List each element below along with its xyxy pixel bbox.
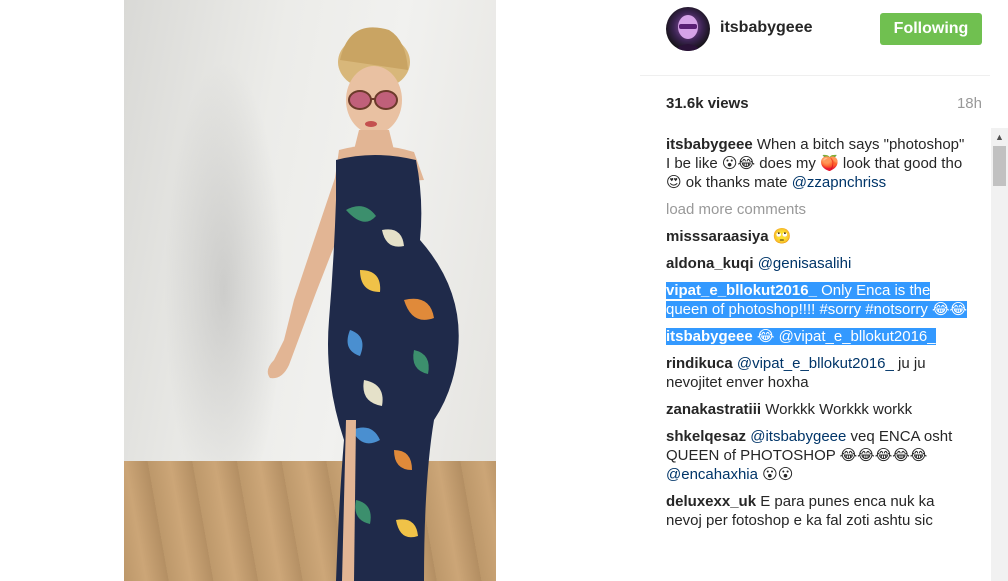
scrollbar-thumb[interactable] — [993, 146, 1006, 186]
scroll-up-arrow-icon[interactable]: ▲ — [991, 128, 1008, 145]
caption: itsbabygeee When a bitch says "photoshop… — [666, 135, 971, 192]
profile-avatar[interactable] — [666, 7, 710, 51]
comment-item: zanakastratiii Workkk Workkk workk — [666, 400, 971, 419]
avatar-face-icon — [674, 15, 702, 51]
post-username[interactable]: itsbabygeee — [720, 19, 812, 37]
caption-username[interactable]: itsbabygeee — [666, 136, 753, 153]
comment-item: shkelqesaz @itsbabygeee veq ENCA osht QU… — [666, 427, 971, 484]
load-more-comments-link[interactable]: load more comments — [666, 200, 971, 219]
comment-text: Workkk Workkk workk — [765, 401, 913, 418]
comment-item-selected: itsbabygeee 😂 @vipat_e_bllokut2016_ — [666, 327, 971, 346]
woman-in-floral-dress-image — [267, 27, 459, 581]
comment-mention[interactable]: @genisasalihi — [758, 255, 852, 272]
comment-mention[interactable]: @vipat_e_bllokut2016_ — [779, 328, 936, 345]
comment-text-tail: 😮😮 — [762, 466, 794, 483]
comment-username[interactable]: misssaraasiya — [666, 228, 769, 245]
comment-username[interactable]: itsbabygeee — [666, 328, 753, 345]
comment-username[interactable]: shkelqesaz — [666, 428, 746, 445]
post-details-panel: itsbabygeee Following 31.6k views 18h it… — [640, 0, 990, 581]
caption-mention[interactable]: @zzapnchriss — [792, 174, 886, 191]
comment-username[interactable]: vipat_e_bllokut2016_ — [666, 282, 817, 299]
post-video[interactable] — [124, 0, 496, 581]
following-button[interactable]: Following — [880, 13, 982, 45]
vertical-scrollbar[interactable]: ▲ — [991, 128, 1008, 581]
comment-item: aldona_kuqi @genisasalihi — [666, 254, 971, 273]
comment-item-selected: vipat_e_bllokut2016_ Only Enca is the qu… — [666, 281, 971, 319]
comment-mention[interactable]: @encahaxhia — [666, 466, 758, 483]
post-stats: 31.6k views 18h — [640, 76, 990, 130]
comment-username[interactable]: zanakastratiii — [666, 401, 761, 418]
comment-username[interactable]: rindikuca — [666, 355, 733, 372]
view-count: 31.6k views — [666, 95, 749, 112]
post-header: itsbabygeee Following — [640, 0, 990, 76]
comment-text: 🙄 — [772, 228, 792, 245]
comment-item: rindikuca @vipat_e_bllokut2016_ ju ju ne… — [666, 354, 971, 392]
comment-mention[interactable]: @itsbabygeee — [750, 428, 846, 445]
comment-mention[interactable]: @vipat_e_bllokut2016_ — [737, 355, 894, 372]
comment-username[interactable]: deluxexx_uk — [666, 493, 756, 510]
comment-username[interactable]: aldona_kuqi — [666, 255, 754, 272]
comment-item: misssaraasiya 🙄 — [666, 227, 971, 246]
post-timestamp[interactable]: 18h — [957, 95, 982, 112]
comment-list: itsbabygeee When a bitch says "photoshop… — [666, 135, 971, 581]
comment-text: 😂 — [756, 328, 775, 345]
comment-item: deluxexx_uk E para punes enca nuk ka nev… — [666, 492, 971, 530]
